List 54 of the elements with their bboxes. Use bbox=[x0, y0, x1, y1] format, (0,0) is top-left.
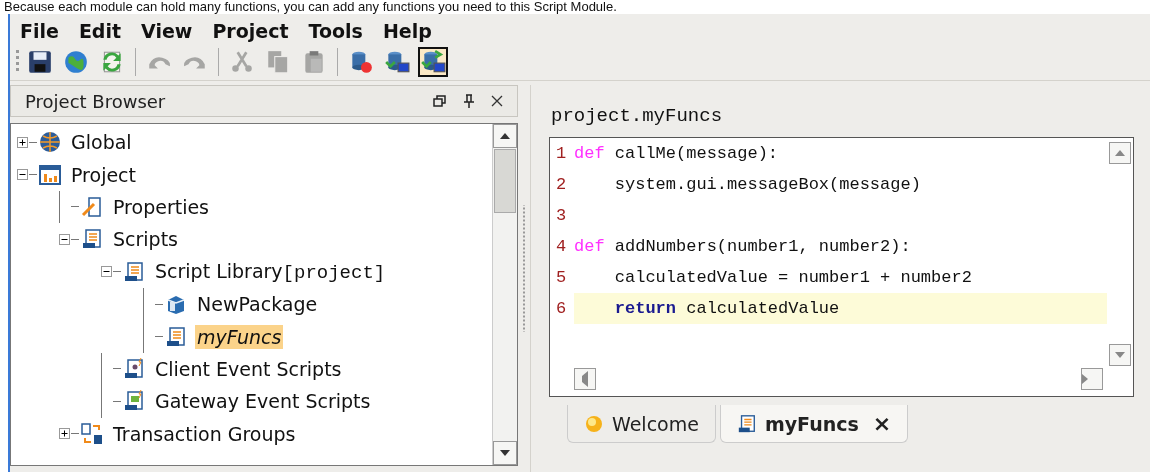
expand-toggle-icon[interactable] bbox=[59, 233, 71, 245]
scroll-down-icon[interactable] bbox=[493, 441, 517, 465]
line-number: 5 bbox=[555, 268, 568, 287]
expand-toggle-icon[interactable] bbox=[59, 428, 71, 440]
tree-item[interactable]: Transaction Groups bbox=[111, 421, 298, 446]
tree-item[interactable]: Script Library[project] bbox=[153, 258, 388, 285]
close-icon[interactable] bbox=[491, 95, 503, 107]
code-line: def addNumbers(number1, number2): bbox=[574, 237, 911, 256]
close-tab-button[interactable]: × bbox=[872, 411, 892, 436]
line-number: 4 bbox=[555, 237, 568, 256]
globe-icon bbox=[39, 131, 61, 154]
tree-item[interactable]: Global bbox=[69, 130, 134, 155]
line-number: 6 bbox=[555, 299, 568, 318]
editor-tab[interactable]: myFuncs × bbox=[719, 405, 909, 443]
menu-item[interactable]: Help bbox=[382, 20, 432, 42]
menu-item[interactable]: File bbox=[20, 20, 59, 42]
tree-item[interactable]: myFuncs bbox=[195, 324, 284, 349]
pin-icon[interactable] bbox=[463, 94, 475, 108]
code-line: calculatedValue = number1 + number2 bbox=[613, 268, 972, 287]
toolbar-grip-icon bbox=[16, 50, 19, 74]
line-number: 1 bbox=[555, 144, 568, 163]
line-number: 2 bbox=[555, 175, 568, 194]
code-editor[interactable]: 1 def callMe(message): 2 system.gui.messageBox(message) 3 4 def addNumbers(number1, number2): 5 calculatedValue = number1 + number2 6 return calculatedValue bbox=[549, 137, 1134, 397]
line-number: 3 bbox=[555, 206, 568, 225]
tree-item[interactable]: Client Event Scripts bbox=[153, 356, 344, 381]
code-line: return calculatedValue bbox=[613, 299, 840, 318]
tree-item[interactable]: Project bbox=[69, 162, 138, 187]
panel-title: Project Browser bbox=[25, 90, 166, 112]
editor-title: project.myFuncs bbox=[550, 104, 724, 129]
menu-item[interactable]: Project bbox=[212, 20, 289, 42]
scroll-right-icon[interactable] bbox=[1081, 368, 1103, 390]
expand-toggle-icon[interactable] bbox=[101, 266, 113, 278]
script-icon bbox=[736, 413, 757, 434]
scroll-up-icon[interactable] bbox=[493, 124, 517, 148]
database-tool-icon[interactable] bbox=[418, 47, 448, 77]
code-line: system.gui.messageBox(message) bbox=[613, 175, 921, 194]
editor-tab[interactable]: Welcome bbox=[567, 405, 716, 443]
tree-item[interactable]: Properties bbox=[111, 194, 212, 219]
code-line: def callMe(message): bbox=[574, 144, 779, 163]
menu-item[interactable]: View bbox=[141, 20, 193, 42]
tree-item[interactable]: Gateway Event Scripts bbox=[153, 389, 373, 414]
scroll-thumb[interactable] bbox=[494, 149, 516, 213]
caption-text: Because each module can hold many functions, you can add any functions you need to this Script Module. bbox=[3, 0, 618, 14]
script-icon bbox=[165, 325, 187, 348]
sun-icon bbox=[584, 413, 604, 434]
expand-toggle-icon[interactable] bbox=[17, 136, 29, 148]
menu-item[interactable]: Edit bbox=[78, 20, 122, 42]
scroll-left-icon[interactable] bbox=[574, 368, 596, 390]
scrollbar[interactable] bbox=[492, 124, 517, 465]
expand-toggle-icon[interactable] bbox=[17, 169, 29, 181]
tree-item[interactable]: NewPackage bbox=[195, 292, 320, 317]
restore-icon[interactable] bbox=[433, 94, 447, 108]
menu-item[interactable]: Tools bbox=[308, 20, 363, 42]
tree-item[interactable]: Scripts bbox=[111, 227, 180, 252]
